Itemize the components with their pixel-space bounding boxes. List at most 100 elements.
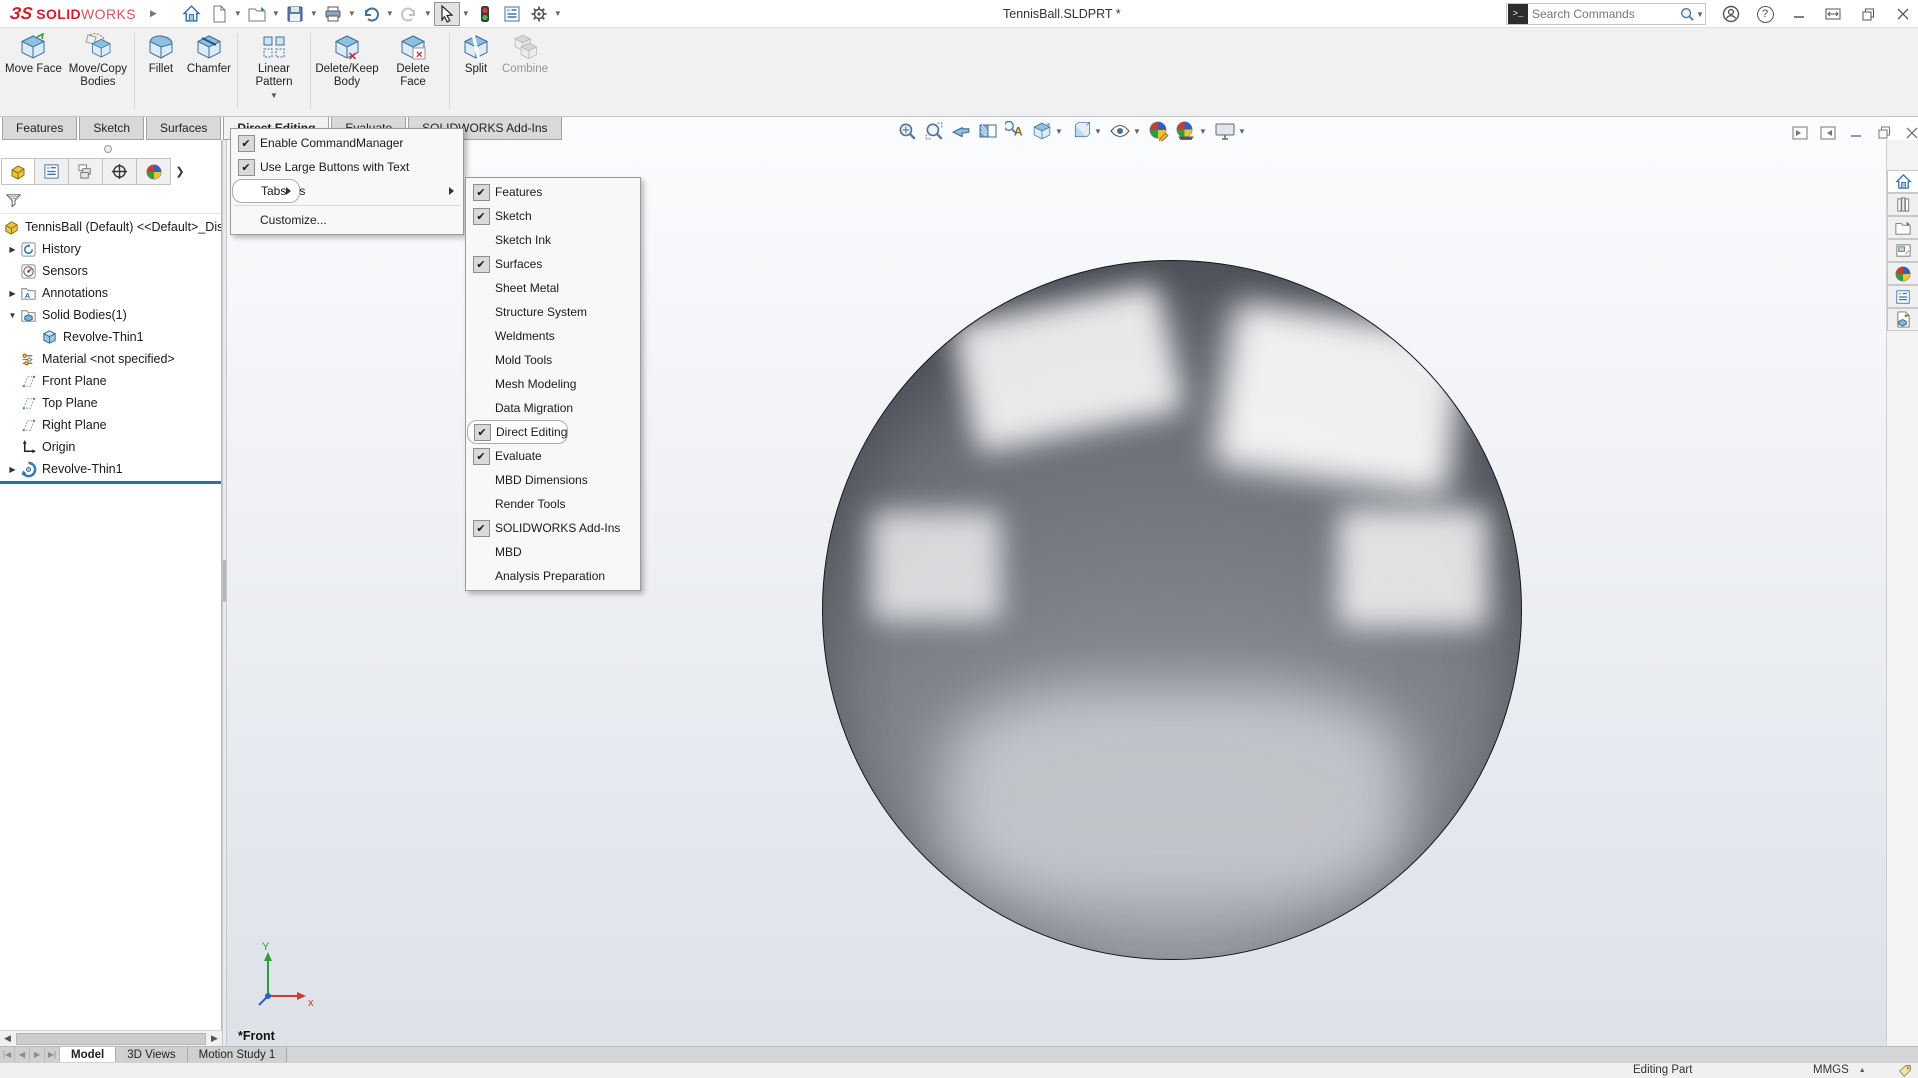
view-settings-caret-icon[interactable]: ▼	[1237, 127, 1247, 136]
display-style-caret-icon[interactable]: ▼	[1093, 127, 1103, 136]
submenu-item-sheet-metal[interactable]: Sheet Metal	[467, 276, 639, 300]
print-button[interactable]	[320, 2, 346, 26]
menu-item-tabs[interactable]: Tabs	[232, 179, 300, 203]
submenu-item-surfaces[interactable]: ✔Surfaces	[467, 252, 639, 276]
move-copy-bodies-button[interactable]: Move/Copy Bodies	[65, 31, 131, 90]
expand-arrow-icon[interactable]: ▶	[7, 465, 18, 474]
collapse-arrow-icon[interactable]: ▼	[7, 311, 18, 320]
solidworks-resources-tab[interactable]	[1887, 170, 1918, 193]
panel-splitter[interactable]	[222, 140, 227, 1046]
apply-scene-caret-icon[interactable]: ▼	[1198, 127, 1208, 136]
undo-button[interactable]	[358, 2, 384, 26]
hide-show-caret-icon[interactable]: ▼	[1132, 127, 1142, 136]
submenu-item-data-migration[interactable]: Data Migration	[467, 396, 639, 420]
restore-button[interactable]	[1855, 2, 1881, 26]
submenu-item-sketch[interactable]: ✔Sketch	[467, 204, 639, 228]
menu-item-use-large-buttons[interactable]: ✔ Use Large Buttons with Text	[232, 155, 462, 179]
submenu-item-mesh-modeling[interactable]: Mesh Modeling	[467, 372, 639, 396]
menu-item-enable-commandmanager[interactable]: ✔ Enable CommandManager	[232, 131, 462, 155]
help-button[interactable]: ?	[1752, 2, 1778, 26]
options-caret-icon[interactable]: ▼	[553, 9, 563, 18]
appearances-scenes-tab[interactable]	[1887, 262, 1918, 285]
tree-item-revolve-thin1-feature[interactable]: ▶ Revolve-Thin1	[0, 458, 221, 480]
tree-item-history[interactable]: ▶ History	[0, 238, 221, 260]
save-caret-icon[interactable]: ▼	[309, 9, 319, 18]
tree-item-revolve-thin1-body[interactable]: Revolve-Thin1	[0, 326, 221, 348]
scroll-left-arrow-icon[interactable]: ◀	[0, 1031, 15, 1046]
tree-item-front-plane[interactable]: Front Plane	[0, 370, 221, 392]
zoom-to-fit-button[interactable]	[897, 121, 917, 141]
hide-show-tags-icon[interactable]	[1898, 1064, 1912, 1078]
span-displays-button[interactable]	[1820, 2, 1846, 26]
zoom-to-area-button[interactable]	[924, 121, 944, 141]
save-button[interactable]	[282, 2, 308, 26]
submenu-item-direct-editing[interactable]: ✔Direct Editing	[467, 420, 568, 444]
first-tab-button[interactable]: |◀	[0, 1047, 15, 1062]
menu-item-customize[interactable]: Customize...	[232, 208, 462, 232]
delete-keep-body-button[interactable]: ✕ Delete/Keep Body	[314, 31, 380, 90]
tree-item-annotations[interactable]: ▶ Annotations	[0, 282, 221, 304]
search-caret-icon[interactable]: ▼	[1695, 10, 1705, 19]
property-manager-tab[interactable]	[35, 158, 69, 185]
design-library-tab[interactable]	[1887, 193, 1918, 216]
tile-left-button[interactable]	[1790, 124, 1810, 141]
expand-arrow-icon[interactable]: ▶	[7, 289, 18, 298]
doc-minimize-button[interactable]	[1846, 124, 1866, 141]
minimize-button[interactable]	[1786, 2, 1812, 26]
panel-horizontal-scrollbar[interactable]: ◀ ▶	[0, 1030, 222, 1046]
move-face-button[interactable]: Move Face	[2, 31, 65, 78]
delete-face-button[interactable]: ✕ Delete Face	[380, 31, 446, 90]
previous-view-button[interactable]	[951, 121, 971, 141]
tile-right-button[interactable]	[1818, 124, 1838, 141]
doc-close-button[interactable]	[1902, 124, 1918, 141]
redo-button[interactable]	[396, 2, 422, 26]
select-tool-button[interactable]	[434, 2, 460, 26]
units-selector[interactable]: MMGS ▲	[1813, 1064, 1866, 1076]
linear-pattern-flyout-caret-icon[interactable]: ▼	[270, 90, 278, 103]
display-style-button[interactable]: ▼	[1071, 121, 1103, 141]
undo-caret-icon[interactable]: ▼	[385, 9, 395, 18]
split-button[interactable]: Split	[453, 31, 499, 78]
search-commands-box[interactable]: >_ ▼	[1506, 3, 1706, 25]
file-explorer-tab[interactable]	[1887, 216, 1918, 239]
configuration-manager-tab[interactable]	[69, 158, 103, 185]
tree-item-solid-bodies[interactable]: ▼ Solid Bodies(1)	[0, 304, 221, 326]
new-document-button[interactable]	[206, 2, 232, 26]
tree-item-origin[interactable]: Origin	[0, 436, 221, 458]
view-orientation-caret-icon[interactable]: ▼	[1054, 127, 1064, 136]
search-icon[interactable]	[1679, 6, 1695, 22]
custom-properties-tab[interactable]	[1887, 285, 1918, 308]
section-view-button[interactable]	[978, 122, 998, 140]
filter-funnel-icon[interactable]	[5, 192, 22, 209]
previous-tab-button[interactable]: ◀	[15, 1047, 30, 1062]
last-tab-button[interactable]: ▶|	[45, 1047, 60, 1062]
submenu-item-solidworks-add-ins[interactable]: ✔SOLIDWORKS Add-Ins	[467, 516, 639, 540]
submenu-item-analysis-preparation[interactable]: Analysis Preparation	[467, 564, 639, 588]
submenu-item-evaluate[interactable]: ✔Evaluate	[467, 444, 639, 468]
view-orientation-button[interactable]: ▼	[1032, 121, 1064, 141]
feature-manager-tab[interactable]	[1, 158, 35, 185]
submenu-item-structure-system[interactable]: Structure System	[467, 300, 639, 324]
tab-features[interactable]: Features	[2, 117, 77, 140]
edit-appearance-button[interactable]	[1149, 121, 1169, 141]
annotation-visibility-button[interactable]: A	[1005, 121, 1025, 141]
panel-tabs-overflow-chevron-icon[interactable]: ❯	[171, 158, 189, 185]
chamfer-button[interactable]: Chamfer	[184, 31, 234, 78]
submenu-item-weldments[interactable]: Weldments	[467, 324, 639, 348]
submenu-item-sketch-ink[interactable]: Sketch Ink	[467, 228, 639, 252]
tree-item-sensors[interactable]: Sensors	[0, 260, 221, 282]
part-document-tab[interactable]	[1887, 308, 1918, 331]
expand-arrow-icon[interactable]: ▶	[7, 245, 18, 254]
tree-root-item[interactable]: TennisBall (Default) <<Default>_Displ...	[0, 216, 221, 238]
menu-flyout-arrow-icon[interactable]: ▶	[150, 8, 157, 19]
rollback-bar[interactable]	[0, 481, 221, 484]
rebuild-button[interactable]	[472, 2, 498, 26]
close-button[interactable]	[1890, 2, 1916, 26]
view-palette-tab[interactable]	[1887, 239, 1918, 262]
open-caret-icon[interactable]: ▼	[271, 9, 281, 18]
scroll-right-arrow-icon[interactable]: ▶	[207, 1031, 222, 1046]
panel-collapse-handle[interactable]	[104, 145, 112, 153]
doc-restore-button[interactable]	[1874, 124, 1894, 141]
home-button[interactable]	[179, 2, 205, 26]
display-manager-tab[interactable]	[137, 158, 171, 185]
